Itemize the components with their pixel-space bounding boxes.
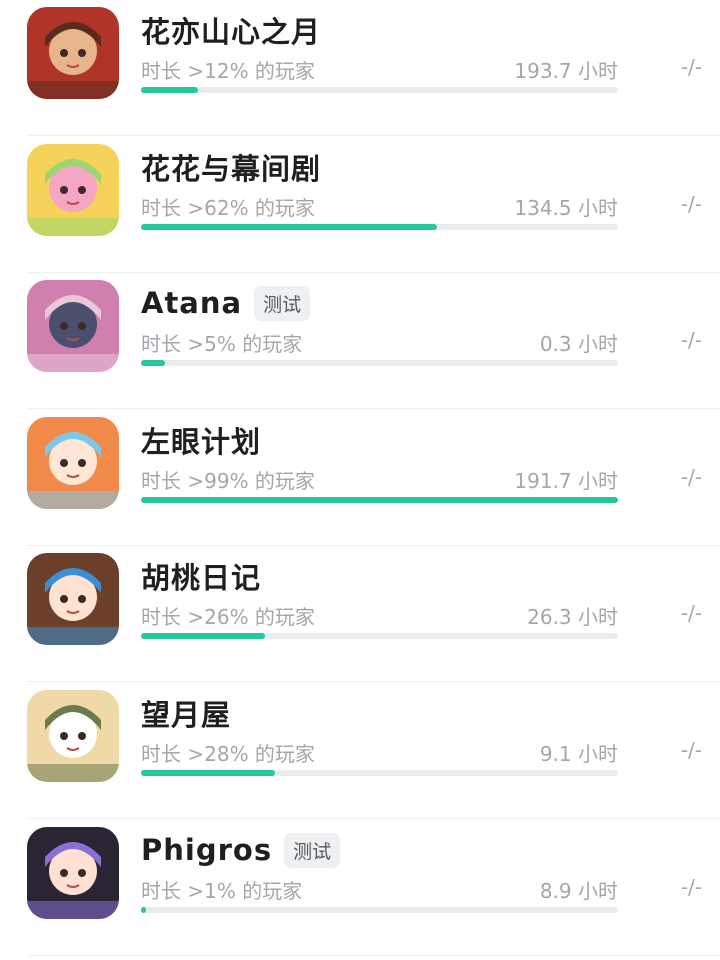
game-name[interactable]: Atana (141, 286, 242, 320)
row-divider (27, 135, 720, 136)
rank-placeholder: -/- (680, 192, 702, 216)
progress-track (141, 907, 618, 913)
progress-track (141, 770, 618, 776)
rank-placeholder: -/- (680, 465, 702, 489)
pink-hair-character-icon[interactable] (27, 280, 119, 372)
progress-track (141, 224, 618, 230)
row-divider (27, 818, 720, 819)
player-share-text: 时长 >99% 的玩家 (141, 469, 315, 493)
game-name[interactable]: 左眼计划 (141, 419, 261, 461)
playtime-hours: 26.3 小时 (527, 605, 618, 629)
game-name[interactable]: 花亦山心之月 (141, 9, 321, 51)
player-share-text: 时长 >5% 的玩家 (141, 332, 303, 356)
orange-hair-wink-icon[interactable] (27, 417, 119, 509)
game-title: 胡桃日记 (141, 556, 261, 596)
progress-fill (141, 633, 266, 639)
playtime-hours: 8.9 小时 (539, 879, 618, 903)
progress-track (141, 633, 618, 639)
player-share-text: 时长 >26% 的玩家 (141, 605, 315, 629)
progress-fill (141, 87, 199, 93)
progress-fill (141, 497, 618, 503)
brown-hair-girl-icon[interactable] (27, 553, 119, 645)
game-title: 左眼计划 (141, 420, 261, 460)
row-divider (27, 408, 720, 409)
player-share-text: 时长 >28% 的玩家 (141, 742, 315, 766)
rank-placeholder: -/- (680, 875, 702, 899)
rank-placeholder: -/- (680, 328, 702, 352)
player-share-text: 时长 >1% 的玩家 (141, 879, 303, 903)
game-playtime-list: 花亦山心之月 时长 >12% 的玩家 193.7 小时 -/- 花花与幕间剧 时… (0, 0, 720, 960)
playtime-hours: 134.5 小时 (514, 196, 618, 220)
game-title: 花花与幕间剧 (141, 147, 321, 187)
test-badge: 测试 (284, 832, 341, 868)
test-badge: 测试 (254, 285, 311, 321)
game-name[interactable]: 望月屋 (141, 692, 231, 734)
playtime-hours: 9.1 小时 (539, 742, 618, 766)
row-divider (27, 681, 720, 682)
playtime-hours: 193.7 小时 (514, 59, 618, 83)
game-title: Phigros 测试 (141, 830, 341, 870)
progress-fill (141, 907, 146, 913)
progress-track (141, 360, 618, 366)
game-row[interactable]: 望月屋 时长 >28% 的玩家 9.1 小时 -/- (0, 683, 720, 819)
dark-hair-girl-icon[interactable] (27, 827, 119, 919)
playtime-hours: 191.7 小时 (514, 469, 618, 493)
playtime-hours: 0.3 小时 (539, 332, 618, 356)
row-divider (27, 955, 720, 956)
game-row[interactable]: 左眼计划 时长 >99% 的玩家 191.7 小时 -/- (0, 410, 720, 546)
game-row[interactable]: Phigros 测试 时长 >1% 的玩家 8.9 小时 -/- (0, 820, 720, 956)
game-name[interactable]: 花花与幕间剧 (141, 146, 321, 188)
game-title: 花亦山心之月 (141, 10, 321, 50)
rank-placeholder: -/- (680, 738, 702, 762)
rank-placeholder: -/- (680, 55, 702, 79)
game-row[interactable]: 花亦山心之月 时长 >12% 的玩家 193.7 小时 -/- (0, 0, 720, 136)
game-name[interactable]: 胡桃日记 (141, 555, 261, 597)
game-row[interactable]: 胡桃日记 时长 >26% 的玩家 26.3 小时 -/- (0, 546, 720, 682)
blonde-girl-cat-icon[interactable] (27, 144, 119, 236)
progress-fill (141, 360, 165, 366)
progress-fill (141, 770, 275, 776)
game-row[interactable]: Atana 测试 时长 >5% 的玩家 0.3 小时 -/- (0, 273, 720, 409)
game-title: 望月屋 (141, 693, 231, 733)
player-share-text: 时长 >12% 的玩家 (141, 59, 315, 83)
game-row[interactable]: 花花与幕间剧 时长 >62% 的玩家 134.5 小时 -/- (0, 137, 720, 273)
player-share-text: 时长 >62% 的玩家 (141, 196, 315, 220)
progress-track (141, 87, 618, 93)
progress-fill (141, 224, 437, 230)
progress-track (141, 497, 618, 503)
game-title: Atana 测试 (141, 283, 311, 323)
white-rabbit-icon[interactable] (27, 690, 119, 782)
rank-placeholder: -/- (680, 601, 702, 625)
game-name[interactable]: Phigros (141, 833, 272, 867)
anime-girl-flowers-icon[interactable] (27, 7, 119, 99)
